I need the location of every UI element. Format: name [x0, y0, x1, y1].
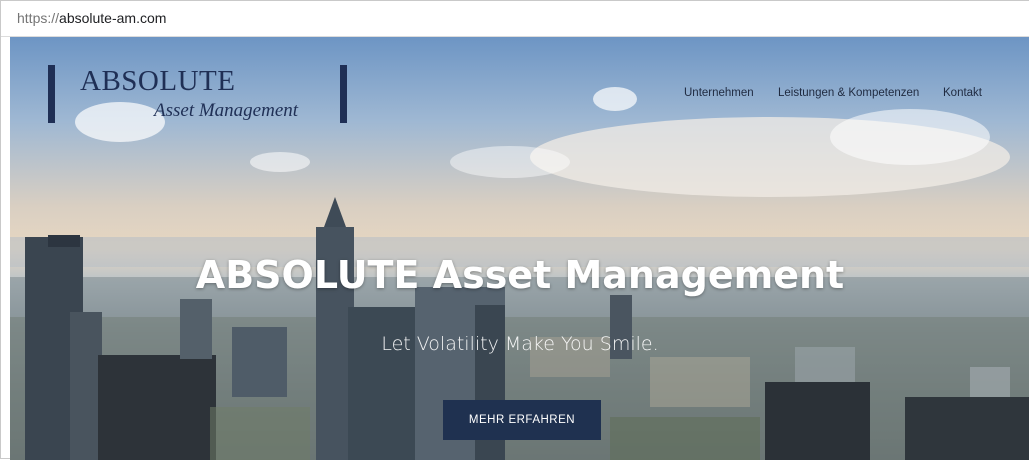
logo-bar-right: [340, 65, 347, 123]
logo-name: ABSOLUTE: [80, 65, 236, 97]
browser-window: https://absolute-am.com ABSOLUTE Asset M…: [0, 0, 1029, 460]
url-host: absolute-am.com: [59, 10, 167, 26]
url-text[interactable]: https://absolute-am.com: [17, 10, 166, 26]
nav-item-kontakt[interactable]: Kontakt: [943, 87, 982, 99]
site-logo[interactable]: ABSOLUTE Asset Management: [48, 65, 353, 125]
hero-section: ABSOLUTE Asset Management Unternehmen Le…: [10, 37, 1029, 460]
logo-bar-left: [48, 65, 55, 123]
mehr-erfahren-button[interactable]: MEHR ERFAHREN: [443, 400, 601, 440]
nav-item-leistungen[interactable]: Leistungen & Kompetenzen: [778, 87, 919, 99]
url-scheme: https://: [17, 10, 60, 26]
logo-subtitle: Asset Management: [154, 100, 299, 121]
address-bar[interactable]: https://absolute-am.com: [1, 1, 1029, 37]
hero-tagline: Let Volatility Make You Smile.: [381, 333, 659, 355]
hero-title: ABSOLUTE Asset Management: [195, 253, 845, 297]
nav-item-unternehmen[interactable]: Unternehmen: [684, 87, 754, 99]
